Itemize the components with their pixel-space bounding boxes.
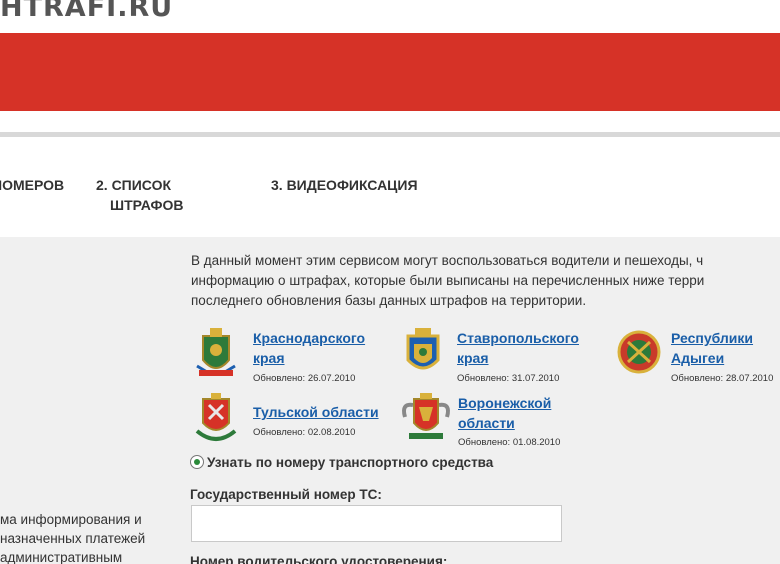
intro-text: В данный момент этим сервисом могут восп… xyxy=(191,251,780,311)
region-link[interactable]: края xyxy=(457,348,489,368)
region-link[interactable]: Краснодарского xyxy=(253,328,365,348)
plate-label: Государственный номер ТС: xyxy=(190,487,382,502)
region-link[interactable]: Ставропольского xyxy=(457,328,579,348)
update-date: Обновлено: 02.08.2010 xyxy=(253,427,356,438)
radio-selected-icon[interactable] xyxy=(190,455,204,469)
sidebar-line: назначенных платежей xyxy=(0,531,146,546)
region-link[interactable]: Тульской области xyxy=(253,402,379,422)
region-adygea: Республики Адыгеи Обновлено: 28.07.2010 xyxy=(616,326,780,386)
region-link[interactable]: края xyxy=(253,348,285,368)
krasnodar-emblem-icon xyxy=(196,328,236,376)
intro-line: информацию о штрафах, которые были выпис… xyxy=(191,273,705,288)
tab-fines-list-line1: 2. СПИСОК xyxy=(96,177,171,193)
tab-fines-list-line2: ШТРАФОВ xyxy=(110,197,184,213)
tab-video[interactable]: 3. ВИДЕОФИКСАЦИЯ xyxy=(271,175,418,195)
sidebar-line: административным xyxy=(0,550,123,564)
search-by-plate-option[interactable]: Узнать по номеру транспортного средства xyxy=(190,455,493,470)
sidebar-text: ма информирования и назначенных платежей… xyxy=(0,510,172,564)
region-voronezh: Воронежской области Обновлено: 01.08.201… xyxy=(400,391,600,451)
license-label: Номер водительского удостоверения: xyxy=(190,554,448,564)
region-link[interactable]: Воронежской xyxy=(458,393,551,413)
tab-fines-list[interactable]: 2. СПИСОК ШТРАФОВ xyxy=(96,175,216,215)
update-date: Обновлено: 01.08.2010 xyxy=(458,437,561,448)
voronezh-emblem-icon xyxy=(402,393,450,439)
adygea-emblem-icon xyxy=(617,330,661,374)
stavropol-emblem-icon xyxy=(406,328,440,370)
update-date: Обновлено: 28.07.2010 xyxy=(671,373,774,384)
intro-line: В данный момент этим сервисом могут восп… xyxy=(191,253,704,268)
region-link[interactable]: Адыгеи xyxy=(671,348,724,368)
intro-line: последнего обновления базы данных штрафо… xyxy=(191,293,587,308)
tula-emblem-icon xyxy=(195,393,237,441)
region-tula: Тульской области Обновлено: 02.08.2010 xyxy=(193,391,393,443)
region-link[interactable]: области xyxy=(458,413,515,433)
sidebar-line: ма информирования и xyxy=(0,512,142,527)
step-tabs: НОМЕРОВ 2. СПИСОК ШТРАФОВ 3. ВИДЕОФИКСАЦ… xyxy=(0,170,780,220)
update-date: Обновлено: 26.07.2010 xyxy=(253,373,356,384)
tab-numbers[interactable]: НОМЕРОВ xyxy=(0,175,64,195)
update-date: Обновлено: 31.07.2010 xyxy=(457,373,560,384)
header-divider xyxy=(0,132,780,137)
header-banner xyxy=(0,33,780,111)
site-logo[interactable]: HTRAFI.RU xyxy=(0,0,173,23)
region-stavropol: Ставропольского края Обновлено: 31.07.20… xyxy=(400,326,600,386)
radio-label: Узнать по номеру транспортного средства xyxy=(207,455,494,470)
region-link[interactable]: Республики xyxy=(671,328,753,348)
region-krasnodar: Краснодарского края Обновлено: 26.07.201… xyxy=(193,326,393,386)
plate-input[interactable] xyxy=(191,505,562,542)
